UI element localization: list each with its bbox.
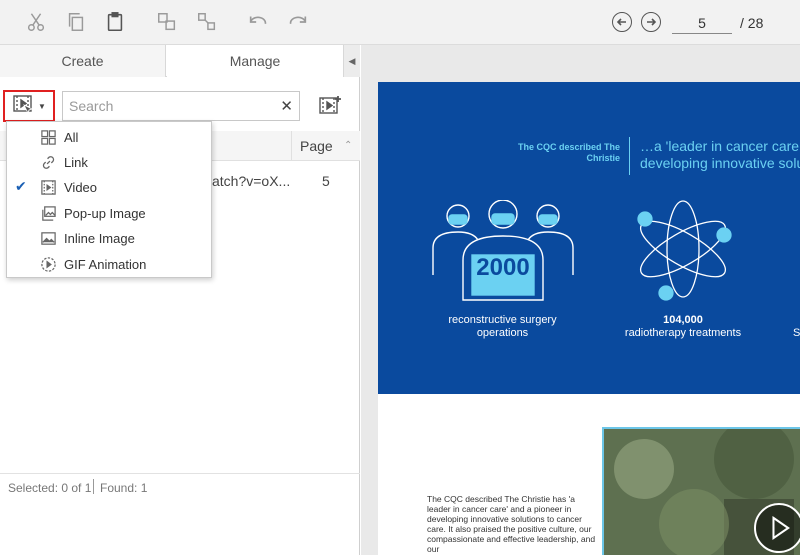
stat-3-caption: S: [793, 327, 800, 339]
undo-icon[interactable]: [246, 10, 270, 34]
add-video-button[interactable]: [318, 94, 342, 118]
atom-illustration: [637, 200, 732, 301]
checkmark-icon: ✔: [15, 178, 27, 194]
status-divider: [93, 479, 94, 494]
clear-search-icon[interactable]: ✕: [280, 97, 293, 115]
paste-icon[interactable]: [103, 10, 127, 34]
column-header-page-label: Page: [300, 138, 333, 154]
ungroup-icon[interactable]: [195, 10, 219, 34]
group-icon[interactable]: [155, 10, 179, 34]
menu-item-label: Link: [64, 155, 88, 170]
embedded-video[interactable]: [602, 427, 800, 555]
stat-1-caption: reconstructive surgery operations: [448, 314, 557, 339]
menu-item-label: Pop-up Image: [64, 206, 146, 221]
page-number-input[interactable]: [672, 12, 732, 34]
menu-item-gif-animation[interactable]: GIF Animation: [7, 251, 211, 276]
body-paragraph: The CQC described The Christie has 'a le…: [427, 494, 596, 554]
tab-manage[interactable]: Manage: [167, 45, 343, 77]
gif-icon: [39, 255, 57, 273]
tab-create[interactable]: Create: [0, 45, 166, 77]
surgeons-illustration: [432, 200, 574, 301]
play-button-icon[interactable]: [754, 503, 800, 553]
menu-item-label: All: [64, 130, 79, 145]
menu-item-all[interactable]: All: [7, 124, 211, 149]
inline-image-icon: [39, 229, 57, 247]
sort-ascending-icon[interactable]: ⌃: [344, 131, 352, 161]
menu-item-label: GIF Animation: [64, 257, 147, 272]
page-cell: 5: [322, 173, 330, 189]
found-count: Found: 1: [100, 481, 148, 495]
column-header-page[interactable]: Page ⌃: [291, 131, 359, 161]
status-bar: Selected: 0 of 1 Found: 1: [0, 473, 360, 499]
document-viewer[interactable]: The CQC described The Christie …a 'leade…: [361, 45, 800, 555]
cut-icon[interactable]: [24, 10, 48, 34]
stat-2-number: 104,000: [663, 314, 703, 326]
link-icon: [39, 153, 57, 171]
quote-line-1: …a 'leader in cancer care: [640, 138, 800, 154]
menu-item-inline-image[interactable]: Inline Image: [7, 225, 211, 250]
quote-text: …a 'leader in cancer care developing inn…: [640, 138, 800, 172]
redo-icon[interactable]: [286, 10, 310, 34]
video-icon: [39, 178, 57, 196]
menu-item-link[interactable]: Link: [7, 149, 211, 174]
menu-item-label: Inline Image: [64, 231, 135, 246]
stats-banner: The CQC described The Christie …a 'leade…: [378, 82, 800, 394]
stat-2-caption: radiotherapy treatments: [624, 327, 742, 339]
menu-item-popup-image[interactable]: Pop-up Image: [7, 200, 211, 225]
search-box: ✕: [62, 91, 300, 121]
quote-divider: [629, 137, 630, 175]
grid-icon: [39, 128, 57, 146]
menu-item-label: Video: [64, 180, 98, 195]
selected-count: Selected: 0 of 1: [8, 481, 92, 495]
menu-item-video[interactable]: ✔ Video: [7, 174, 211, 199]
cqc-label: The CQC described The Christie: [517, 142, 620, 163]
filter-type-button[interactable]: ▼: [3, 90, 55, 122]
toolbar: / 28: [0, 0, 800, 45]
stat-1-number: 2000: [476, 254, 530, 281]
next-page-button[interactable]: [641, 12, 661, 32]
copy-icon[interactable]: [64, 10, 88, 34]
quote-line-2: developing innovative solu: [640, 155, 800, 171]
link-url-cell: atch?v=oX...: [212, 173, 291, 189]
filter-dropdown-menu: All Link ✔ Video Pop-up Image Inline Ima…: [6, 121, 212, 278]
video-filter-icon: [12, 93, 34, 120]
total-pages-label: / 28: [740, 15, 764, 31]
collapse-panel-button[interactable]: ◀: [343, 45, 360, 77]
panel-tabs: Create Manage ◀: [0, 45, 360, 77]
popup-image-icon: [39, 204, 57, 222]
search-input[interactable]: [69, 96, 269, 116]
chevron-down-icon: ▼: [38, 101, 46, 111]
previous-page-button[interactable]: [612, 12, 632, 32]
document-page: The CQC described The Christie …a 'leade…: [378, 82, 800, 555]
